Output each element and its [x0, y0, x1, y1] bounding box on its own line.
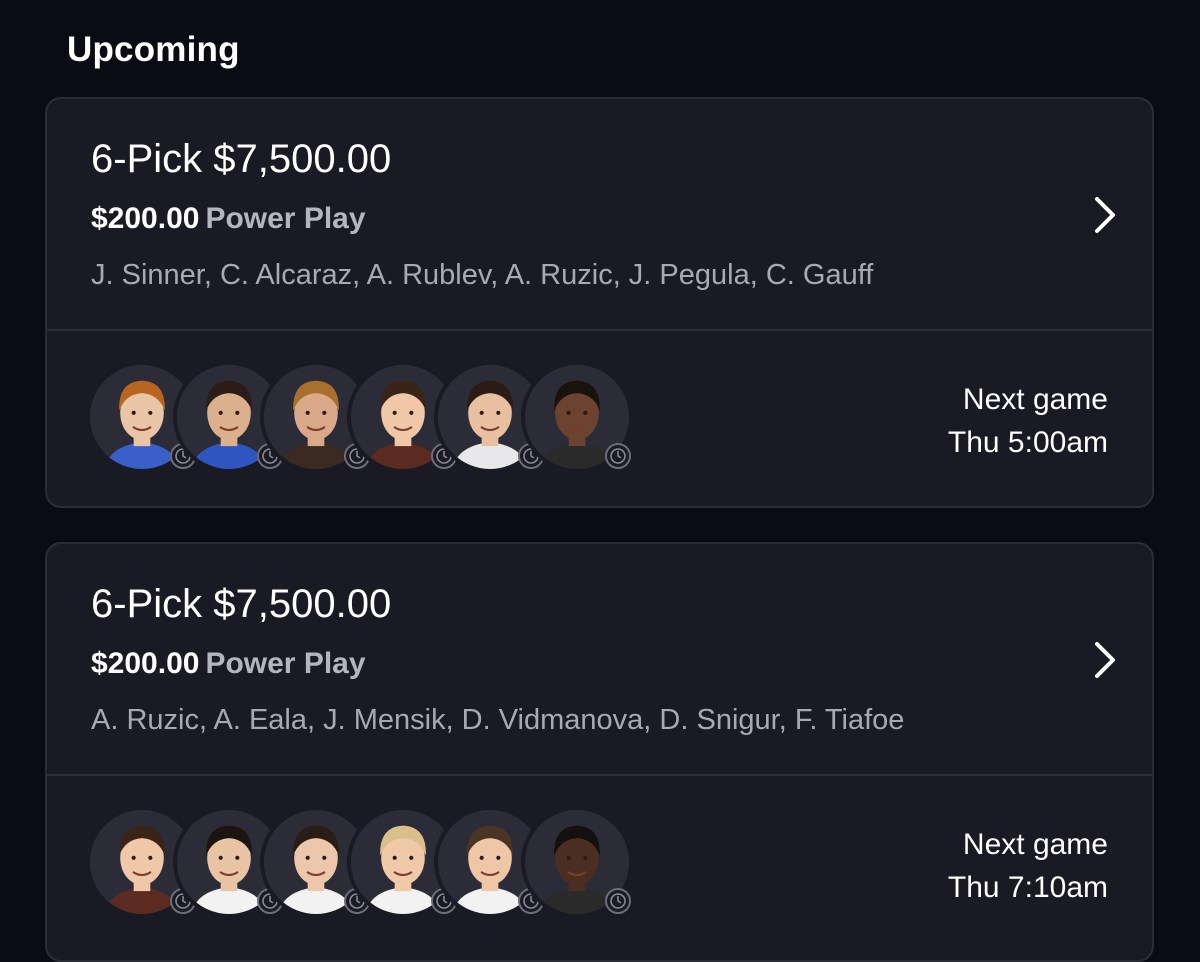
- entry-mode: Power Play: [205, 202, 366, 235]
- entry-card[interactable]: 6-Pick $7,500.00 $200.00 Power Play J. Si…: [45, 97, 1154, 508]
- entry-mode: Power Play: [205, 647, 366, 680]
- next-game-label: Next game: [962, 383, 1108, 416]
- next-game-info: Next game Thu 7:10am: [948, 823, 1108, 909]
- entry-title: 6-Pick $7,500.00: [91, 137, 392, 181]
- entry-card-header[interactable]: 6-Pick $7,500.00 $200.00 Power Play J. Si…: [47, 99, 1152, 331]
- chevron-right-icon[interactable]: [1085, 195, 1125, 235]
- next-game-info: Next game Thu 5:00am: [948, 378, 1108, 464]
- clock-icon: [605, 888, 631, 914]
- entry-players: J. Sinner, C. Alcaraz, A. Rublev, A. Ruz…: [91, 259, 874, 291]
- chevron-right-icon[interactable]: [1085, 640, 1125, 680]
- next-game-time: Thu 5:00am: [947, 426, 1108, 459]
- player-avatar: [525, 365, 631, 469]
- next-game-time: Thu 7:10am: [947, 871, 1108, 904]
- clock-icon: [605, 443, 631, 469]
- entry-amount: $200.00: [91, 647, 200, 680]
- entry-card-footer: Next game Thu 7:10am: [47, 776, 1152, 953]
- entry-players: A. Ruzic, A. Eala, J. Mensik, D. Vidmano…: [91, 704, 905, 736]
- entry-amount-line: $200.00 Power Play: [91, 647, 366, 681]
- section-title-upcoming: Upcoming: [67, 30, 240, 69]
- entry-card[interactable]: 6-Pick $7,500.00 $200.00 Power Play A. Ru…: [45, 542, 1154, 962]
- player-avatar: [525, 810, 631, 914]
- next-game-label: Next game: [962, 828, 1108, 861]
- entry-card-footer: Next game Thu 5:00am: [47, 331, 1152, 506]
- entry-amount-line: $200.00 Power Play: [91, 202, 366, 236]
- entry-title: 6-Pick $7,500.00: [91, 582, 392, 626]
- entry-amount: $200.00: [91, 202, 200, 235]
- entry-card-header[interactable]: 6-Pick $7,500.00 $200.00 Power Play A. Ru…: [47, 544, 1152, 776]
